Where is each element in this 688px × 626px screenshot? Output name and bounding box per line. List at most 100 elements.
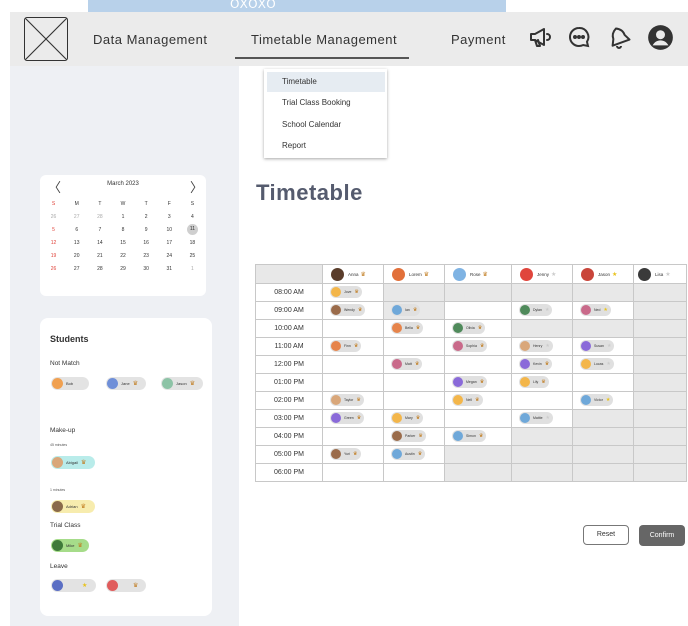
booking-chip[interactable]: Sophia ♛ xyxy=(452,340,488,352)
booking-chip[interactable]: Henry ★ xyxy=(519,340,553,352)
booking-chip[interactable]: Austin ♛ xyxy=(391,448,426,460)
calendar-day[interactable]: 2 xyxy=(135,210,158,223)
unavailable-slot[interactable] xyxy=(572,319,634,338)
unavailable-slot[interactable]: Ian ♛ xyxy=(383,301,445,320)
student-chip[interactable]: ★ xyxy=(51,579,96,592)
unavailable-slot[interactable] xyxy=(572,409,634,428)
booking-chip[interactable]: Ian ♛ xyxy=(391,304,421,316)
booking-chip[interactable]: Yuri ♛ xyxy=(330,448,361,460)
calendar-day[interactable]: 10 xyxy=(158,223,181,236)
unavailable-slot[interactable] xyxy=(633,373,687,392)
calendar-day[interactable]: 18 xyxy=(181,236,204,249)
booking-chip[interactable]: Bella ♛ xyxy=(391,322,424,334)
student-chip[interactable]: Mike ♛ xyxy=(51,539,89,552)
timetable-cell[interactable] xyxy=(511,391,573,410)
reset-button[interactable]: Reset xyxy=(583,525,629,545)
teacher-header[interactable]: Lisa ★ xyxy=(633,264,687,284)
student-chip[interactable]: ♛ xyxy=(106,579,146,592)
teacher-header[interactable]: Jason ★ xyxy=(572,264,634,284)
booking-chip[interactable]: Jove ♛ xyxy=(330,286,362,298)
unavailable-slot[interactable] xyxy=(633,319,687,338)
unavailable-slot[interactable] xyxy=(633,463,687,482)
unavailable-slot[interactable] xyxy=(572,283,634,302)
calendar-day[interactable]: 5 xyxy=(42,223,65,236)
booking-chip[interactable]: Wendy ♛ xyxy=(330,304,366,316)
calendar-day[interactable]: 28 xyxy=(88,210,111,223)
timetable-cell[interactable]: Jove ♛ xyxy=(322,283,384,302)
booking-chip[interactable]: Victor ★ xyxy=(580,394,614,406)
timetable-cell[interactable] xyxy=(444,409,512,428)
menu-item-report[interactable]: Report xyxy=(264,136,387,156)
calendar-day[interactable]: 30 xyxy=(135,262,158,275)
booking-chip[interactable]: Simon ♛ xyxy=(452,430,487,442)
unavailable-slot[interactable] xyxy=(633,301,687,320)
teacher-header[interactable]: Jenny ★ xyxy=(511,264,573,284)
timetable-cell[interactable] xyxy=(383,373,445,392)
timetable-cell[interactable]: Mattie ★ xyxy=(511,409,573,428)
timetable-cell[interactable]: Bella ♛ xyxy=(383,319,445,338)
booking-chip[interactable]: Lucas ★ xyxy=(580,358,614,370)
menu-item-timetable[interactable]: Timetable xyxy=(267,72,385,92)
timetable-cell[interactable] xyxy=(322,355,384,374)
student-chip[interactable]: Jason ♛ xyxy=(161,377,203,390)
calendar-day[interactable]: 21 xyxy=(88,249,111,262)
calendar-day[interactable]: 27 xyxy=(65,210,88,223)
calendar-day[interactable]: 29 xyxy=(111,262,134,275)
timetable-cell[interactable] xyxy=(444,355,512,374)
calendar-day[interactable]: 12 xyxy=(42,236,65,249)
unavailable-slot[interactable] xyxy=(572,463,634,482)
timetable-cell[interactable] xyxy=(322,319,384,338)
calendar-day[interactable]: 24 xyxy=(158,249,181,262)
calendar-day[interactable]: 7 xyxy=(88,223,111,236)
bell-icon[interactable] xyxy=(607,25,631,49)
nav-payment[interactable]: Payment xyxy=(451,32,506,47)
timetable-cell[interactable]: Olivia ♛ xyxy=(444,319,512,338)
timetable-cell[interactable]: Finn ♛ xyxy=(322,337,384,356)
timetable-cell[interactable]: Susan ★ xyxy=(572,337,634,356)
unavailable-slot[interactable] xyxy=(444,445,512,464)
student-chip[interactable]: Adrian ♛ xyxy=(51,500,95,513)
calendar-day[interactable]: 6 xyxy=(65,223,88,236)
booking-chip[interactable]: Kevin ♛ xyxy=(519,358,553,370)
calendar-day[interactable]: 13 xyxy=(65,236,88,249)
menu-item-trial-class-booking[interactable]: Trial Class Booking xyxy=(264,93,387,113)
booking-chip[interactable]: Olivia ♛ xyxy=(452,322,486,334)
calendar-day[interactable]: 20 xyxy=(65,249,88,262)
timetable-cell[interactable] xyxy=(322,463,384,482)
unavailable-slot[interactable] xyxy=(511,427,573,446)
teacher-header[interactable]: Anna ♛ xyxy=(322,264,384,284)
timetable-cell[interactable]: Parker ♛ xyxy=(383,427,445,446)
timetable-cell[interactable] xyxy=(383,337,445,356)
calendar-day[interactable]: 25 xyxy=(181,249,204,262)
student-chip[interactable]: Jane ♛ xyxy=(106,377,146,390)
unavailable-slot[interactable] xyxy=(633,337,687,356)
timetable-cell[interactable]: Lucas ★ xyxy=(572,355,634,374)
calendar-day[interactable]: 1 xyxy=(111,210,134,223)
unavailable-slot[interactable] xyxy=(444,283,512,302)
timetable-cell[interactable]: Sophia ♛ xyxy=(444,337,512,356)
chat-icon[interactable] xyxy=(567,25,591,49)
unavailable-slot[interactable] xyxy=(633,355,687,374)
calendar-day[interactable]: 14 xyxy=(88,236,111,249)
booking-chip[interactable]: Mattie ★ xyxy=(519,412,554,424)
booking-chip[interactable]: Parker ♛ xyxy=(391,430,426,442)
timetable-cell[interactable]: Taylor ♛ xyxy=(322,391,384,410)
timetable-cell[interactable]: Lily ♛ xyxy=(511,373,573,392)
logo-placeholder[interactable] xyxy=(24,17,68,61)
calendar-day[interactable]: 26 xyxy=(42,262,65,275)
calendar-day[interactable]: 17 xyxy=(158,236,181,249)
unavailable-slot[interactable] xyxy=(511,445,573,464)
timetable-cell[interactable]: Nell ♛ xyxy=(444,391,512,410)
timetable-cell[interactable]: Wendy ♛ xyxy=(322,301,384,320)
student-chip[interactable]: Abigail ♛ xyxy=(51,456,95,469)
timetable-cell[interactable]: Matt ♛ xyxy=(383,355,445,374)
calendar-day[interactable]: 1 xyxy=(181,262,204,275)
timetable-cell[interactable] xyxy=(322,373,384,392)
booking-chip[interactable]: Lily ♛ xyxy=(519,376,549,388)
calendar-day[interactable]: 28 xyxy=(88,262,111,275)
menu-item-school-calendar[interactable]: School Calendar xyxy=(264,115,387,135)
timetable-cell[interactable]: Ned ★ xyxy=(572,301,634,320)
timetable-cell[interactable]: Victor ★ xyxy=(572,391,634,410)
timetable-cell[interactable]: Austin ♛ xyxy=(383,445,445,464)
unavailable-slot[interactable] xyxy=(511,283,573,302)
